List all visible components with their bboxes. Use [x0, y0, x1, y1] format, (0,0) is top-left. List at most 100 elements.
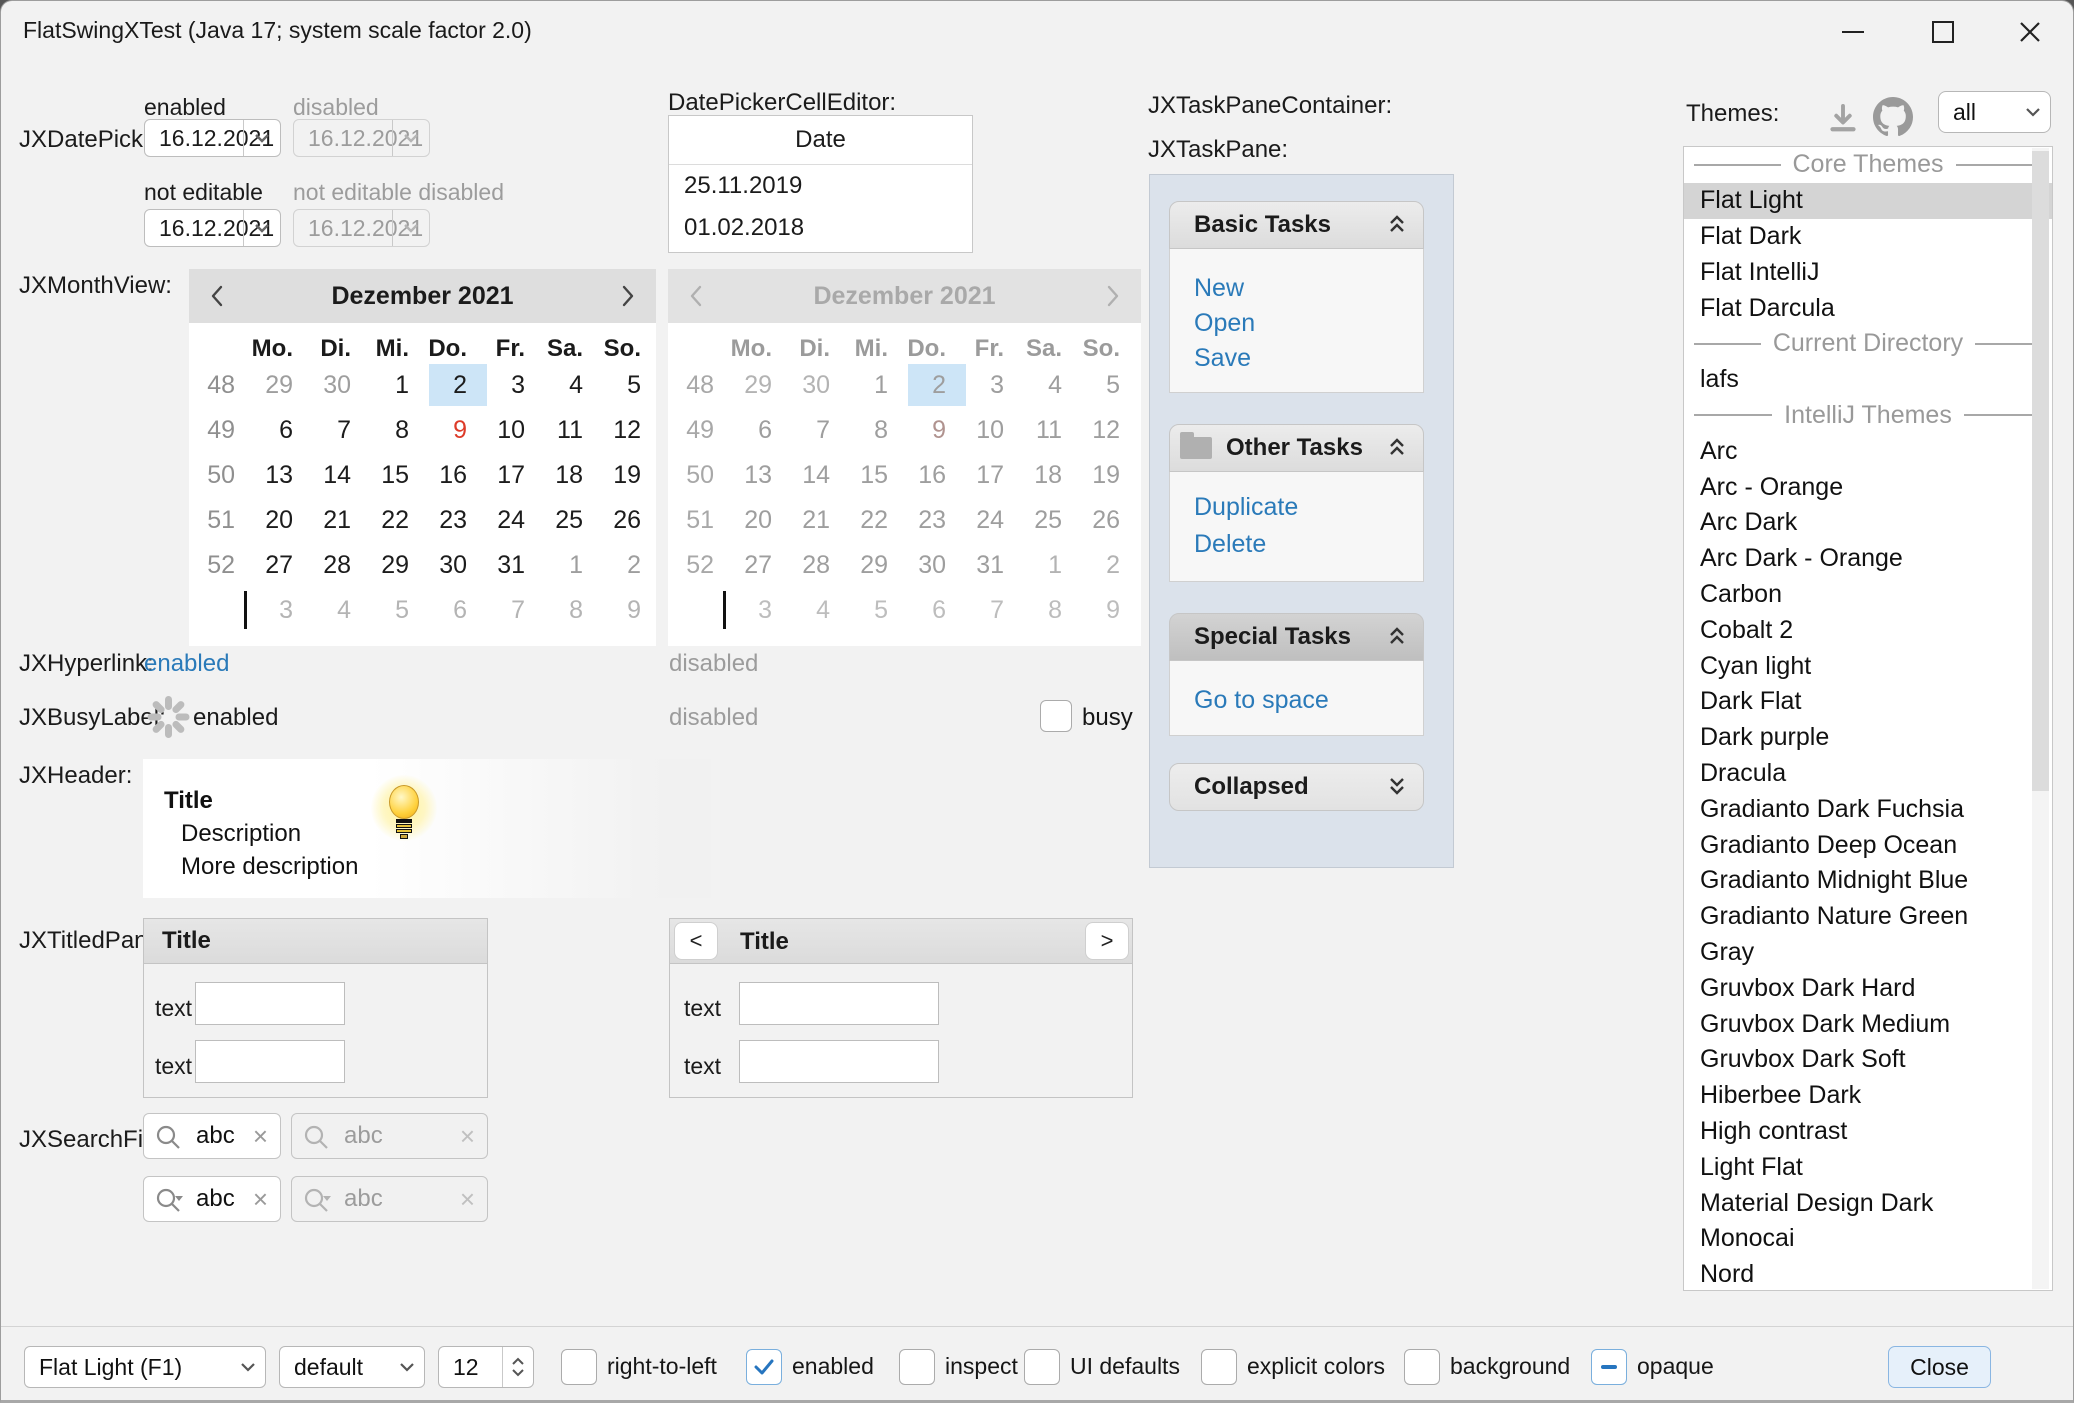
hyperlink-enabled[interactable]: enabled	[144, 650, 229, 678]
taskpane-link[interactable]: Go to space	[1194, 686, 1329, 715]
close-window-button[interactable]	[1985, 1, 2074, 63]
checkbox-background[interactable]	[1404, 1349, 1440, 1385]
theme-list-item[interactable]: Gruvbox Dark Hard	[1684, 970, 2052, 1006]
laf-combo[interactable]: Flat Light (F1)	[24, 1346, 266, 1388]
checkbox-inspect[interactable]	[899, 1349, 935, 1385]
theme-list-item[interactable]: Gray	[1684, 935, 2052, 971]
day-cell[interactable]: 30	[305, 371, 351, 400]
busy-checkbox[interactable]	[1040, 700, 1072, 732]
font-combo[interactable]: default	[279, 1346, 425, 1388]
theme-list-item[interactable]: Dark Flat	[1684, 684, 2052, 720]
titled-panel-prev-button[interactable]: <	[674, 922, 718, 960]
taskpane-header-basic-tasks[interactable]: Basic Tasks	[1169, 201, 1424, 249]
day-cell[interactable]: 10	[479, 416, 525, 445]
spinner-arrows[interactable]	[502, 1347, 533, 1387]
day-cell[interactable]: 23	[421, 506, 467, 535]
theme-list-item[interactable]: Flat Dark	[1684, 219, 2052, 255]
font-size-spinner[interactable]: 12	[438, 1346, 534, 1388]
theme-list-item[interactable]: Gradianto Nature Green	[1684, 899, 2052, 935]
day-cell[interactable]: 30	[421, 551, 467, 580]
day-cell[interactable]: 19	[595, 461, 641, 490]
day-cell[interactable]: 2	[595, 551, 641, 580]
themes-scrollbar-thumb[interactable]	[2032, 151, 2049, 791]
text-field[interactable]	[195, 982, 345, 1025]
day-cell[interactable]: 29	[363, 551, 409, 580]
checkbox-UI-defaults[interactable]	[1024, 1349, 1060, 1385]
day-cell[interactable]: 11	[537, 416, 583, 445]
theme-list-item[interactable]: Light Flat	[1684, 1149, 2052, 1185]
theme-list-item[interactable]: Gradianto Midnight Blue	[1684, 863, 2052, 899]
collapse-chevron[interactable]	[1389, 623, 1405, 658]
github-icon[interactable]	[1873, 97, 1913, 137]
collapse-chevron[interactable]	[1389, 211, 1405, 246]
day-cell[interactable]: 3	[247, 596, 293, 625]
theme-list-item[interactable]: Flat IntelliJ	[1684, 254, 2052, 290]
day-cell[interactable]: 14	[305, 461, 351, 490]
theme-list-item[interactable]: Carbon	[1684, 577, 2052, 613]
theme-list-item[interactable]: Arc	[1684, 433, 2052, 469]
themes-list[interactable]: Core ThemesFlat LightFlat DarkFlat Intel…	[1683, 146, 2053, 1291]
day-cell[interactable]: 12	[595, 416, 641, 445]
theme-list-item[interactable]: High contrast	[1684, 1114, 2052, 1150]
theme-list-item[interactable]: Material Design Dark	[1684, 1185, 2052, 1221]
theme-list-item[interactable]: lafs	[1684, 362, 2052, 398]
day-cell[interactable]: 6	[421, 596, 467, 625]
taskpane-link[interactable]: Duplicate	[1194, 493, 1298, 522]
day-cell[interactable]: 1	[537, 551, 583, 580]
titled-panel-next-button[interactable]: >	[1085, 922, 1129, 960]
table-row[interactable]: 25.11.2019	[669, 165, 972, 207]
day-cell[interactable]: 24	[479, 506, 525, 535]
day-cell[interactable]: 9	[595, 596, 641, 625]
day-cell[interactable]: 21	[305, 506, 351, 535]
search-field[interactable]: abc×	[143, 1176, 281, 1222]
theme-list-item[interactable]: Flat Darcula	[1684, 290, 2052, 326]
day-cell[interactable]: 15	[363, 461, 409, 490]
maximize-button[interactable]	[1898, 1, 1988, 63]
theme-list-item[interactable]: Arc Dark - Orange	[1684, 541, 2052, 577]
day-cell[interactable]: 28	[305, 551, 351, 580]
day-cell[interactable]: 5	[363, 596, 409, 625]
theme-list-item[interactable]: Cyan light	[1684, 648, 2052, 684]
checkbox-explicit-colors[interactable]	[1201, 1349, 1237, 1385]
table-row[interactable]: 01.02.2018	[669, 207, 972, 249]
day-cell[interactable]: 31	[479, 551, 525, 580]
taskpane-link[interactable]: Delete	[1194, 530, 1266, 559]
datepicker-field[interactable]: 16.12.2021	[144, 209, 281, 247]
theme-list-item[interactable]: Monocai	[1684, 1221, 2052, 1257]
day-cell[interactable]: 29	[247, 371, 293, 400]
theme-list-item[interactable]: Gradianto Deep Ocean	[1684, 827, 2052, 863]
collapse-chevron[interactable]	[1389, 773, 1405, 808]
checkbox-opaque[interactable]	[1591, 1349, 1627, 1385]
day-cell[interactable]: 26	[595, 506, 641, 535]
theme-list-item[interactable]: Dark purple	[1684, 720, 2052, 756]
close-button[interactable]: Close	[1888, 1346, 1991, 1388]
day-cell[interactable]: 18	[537, 461, 583, 490]
datepicker-dropdown-button[interactable]	[243, 210, 280, 246]
day-cell[interactable]: 1	[363, 371, 409, 400]
theme-list-item[interactable]: Gradianto Dark Fuchsia	[1684, 791, 2052, 827]
day-cell[interactable]: 13	[247, 461, 293, 490]
text-field[interactable]	[739, 982, 939, 1025]
taskpane-header-special-tasks[interactable]: Special Tasks	[1169, 613, 1424, 661]
prev-month-button[interactable]	[203, 282, 231, 310]
day-cell[interactable]: 9	[421, 416, 467, 445]
day-cell[interactable]: 5	[595, 371, 641, 400]
theme-list-item[interactable]: Arc Dark	[1684, 505, 2052, 541]
theme-list-item[interactable]: Gruvbox Dark Medium	[1684, 1006, 2052, 1042]
monthview-calendar-enabled[interactable]: Dezember 2021Mo.Di.Mi.Do.Fr.Sa.So.482930…	[189, 269, 656, 646]
minimize-button[interactable]	[1808, 1, 1898, 63]
theme-list-item[interactable]: Cobalt 2	[1684, 612, 2052, 648]
theme-list-item[interactable]: Hiberbee Dark	[1684, 1078, 2052, 1114]
theme-list-item[interactable]: Dracula	[1684, 756, 2052, 792]
text-field[interactable]	[739, 1040, 939, 1083]
day-cell[interactable]: 4	[305, 596, 351, 625]
collapse-chevron[interactable]	[1389, 434, 1405, 469]
day-cell[interactable]: 2	[421, 371, 467, 400]
clear-search-icon[interactable]: ×	[253, 1184, 268, 1215]
search-field[interactable]: abc×	[143, 1113, 281, 1159]
day-cell[interactable]: 22	[363, 506, 409, 535]
day-cell[interactable]: 8	[537, 596, 583, 625]
day-cell[interactable]: 8	[363, 416, 409, 445]
theme-list-item[interactable]: Gruvbox Dark Soft	[1684, 1042, 2052, 1078]
taskpane-link[interactable]: Save	[1194, 344, 1251, 373]
